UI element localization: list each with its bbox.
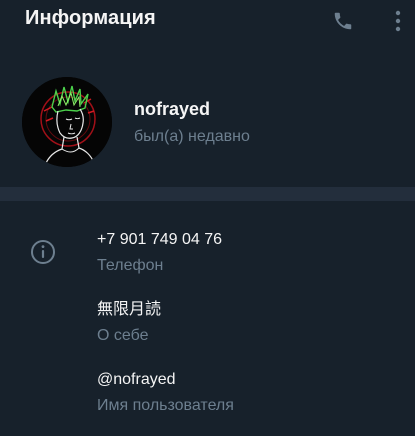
avatar-image — [22, 77, 112, 167]
section-divider — [0, 187, 415, 201]
phone-info[interactable]: +7 901 749 04 76 Телефон — [97, 230, 222, 276]
top-bar: Информация — [0, 0, 415, 42]
avatar[interactable] — [22, 77, 112, 167]
more-button[interactable] — [385, 8, 411, 34]
call-button[interactable] — [330, 8, 356, 34]
about-info[interactable]: 無限月読 О себе — [97, 300, 161, 346]
phone-label: Телефон — [97, 257, 164, 274]
phone-icon — [334, 12, 352, 30]
page-title: Информация — [25, 7, 156, 29]
about-label: О себе — [97, 327, 149, 344]
about-value: 無限月読 — [97, 301, 162, 318]
info-icon — [30, 239, 56, 265]
profile-status: был(а) недавно — [134, 128, 250, 145]
phone-value: +7 901 749 04 76 — [97, 231, 223, 248]
profile-section: nofrayed был(а) недавно — [0, 70, 415, 175]
more-vertical-icon — [395, 10, 401, 32]
username-value: @nofrayed — [97, 371, 176, 388]
username-label: Имя пользователя — [97, 397, 234, 414]
username-info[interactable]: @nofrayed Имя пользователя — [97, 370, 234, 416]
profile-name: nofrayed — [134, 99, 211, 119]
